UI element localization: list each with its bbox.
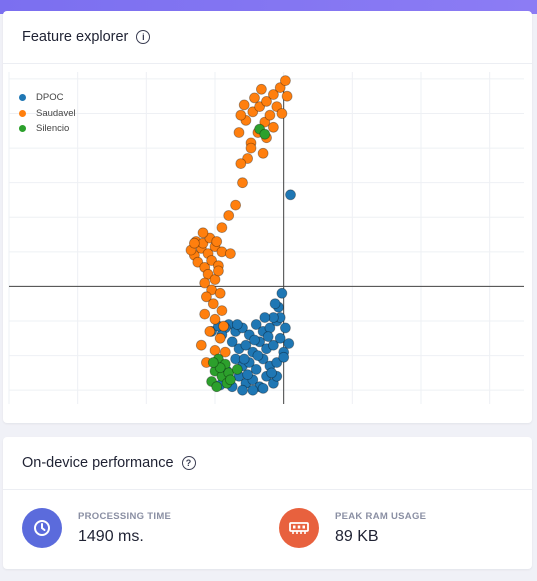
feature-explorer-card: Feature explorer i DPOC Saudavel Silenci… — [3, 11, 532, 423]
data-point-saudavel[interactable] — [188, 237, 200, 249]
chart-points — [185, 75, 296, 396]
data-point-saudavel[interactable] — [214, 332, 226, 344]
data-point-saudavel[interactable] — [235, 109, 247, 121]
data-point-saudavel[interactable] — [235, 158, 247, 169]
peak-ram-value: 89 KB — [335, 527, 379, 545]
data-point-silencio[interactable] — [207, 357, 219, 368]
data-point-dpoc[interactable] — [283, 338, 295, 349]
data-point-silencio[interactable] — [211, 381, 223, 393]
legend-swatch-silencio — [19, 125, 26, 133]
data-point-dpoc[interactable] — [285, 189, 296, 201]
data-point-saudavel[interactable] — [197, 227, 209, 239]
processing-time-value: 1490 ms. — [78, 527, 144, 545]
data-point-dpoc[interactable] — [269, 298, 281, 310]
legend-item-dpoc[interactable]: DPOC — [19, 90, 76, 106]
data-point-saudavel[interactable] — [209, 313, 221, 325]
feature-explorer-header: Feature explorer i — [3, 11, 532, 64]
performance-title: On-device performance — [22, 455, 174, 471]
data-point-dpoc[interactable] — [262, 331, 274, 343]
legend-swatch-dpoc — [19, 94, 26, 102]
legend-label-dpoc: DPOC — [36, 92, 64, 104]
data-point-saudavel[interactable] — [216, 305, 228, 317]
info-icon[interactable]: i — [136, 30, 151, 44]
metric-peak-ram: PEAK RAM USAGE 89 KB — [279, 508, 426, 548]
data-point-saudavel[interactable] — [249, 92, 260, 104]
data-point-saudavel[interactable] — [223, 210, 235, 221]
data-point-dpoc[interactable] — [247, 384, 259, 396]
performance-card: On-device performance ? PROCESSING TIME … — [3, 437, 532, 569]
scatter-chart[interactable]: DPOC Saudavel Silencio — [3, 64, 532, 414]
data-point-saudavel[interactable] — [211, 236, 223, 247]
legend-swatch-saudavel — [19, 109, 26, 117]
data-point-saudavel[interactable] — [216, 222, 228, 234]
data-point-saudavel[interactable] — [218, 320, 230, 332]
data-point-dpoc[interactable] — [237, 384, 248, 396]
data-point-saudavel[interactable] — [267, 121, 279, 133]
legend-item-silencio[interactable]: Silencio — [19, 121, 76, 137]
data-point-dpoc[interactable] — [266, 367, 278, 379]
data-point-dpoc[interactable] — [249, 334, 260, 346]
data-point-saudavel[interactable] — [255, 83, 267, 95]
legend-label-silencio: Silencio — [36, 123, 70, 135]
data-point-saudavel[interactable] — [238, 99, 250, 111]
feature-explorer-title: Feature explorer — [22, 29, 129, 45]
help-circle-icon[interactable]: ? — [181, 456, 196, 470]
memory-chip-icon — [279, 508, 319, 548]
data-point-saudavel[interactable] — [214, 287, 226, 299]
data-point-saudavel[interactable] — [199, 308, 211, 320]
data-point-dpoc[interactable] — [257, 382, 269, 394]
metric-processing-time: PROCESSING TIME 1490 ms. — [22, 508, 171, 548]
data-point-dpoc[interactable] — [242, 369, 254, 381]
data-point-saudavel[interactable] — [245, 142, 257, 154]
data-point-saudavel[interactable] — [195, 339, 207, 351]
data-point-saudavel[interactable] — [212, 265, 224, 277]
data-point-dpoc[interactable] — [278, 351, 290, 363]
peak-ram-label: PEAK RAM USAGE — [335, 510, 427, 522]
data-point-dpoc[interactable] — [231, 319, 243, 330]
data-point-silencio[interactable] — [231, 363, 243, 375]
data-point-saudavel[interactable] — [276, 108, 288, 119]
data-point-dpoc[interactable] — [252, 350, 264, 362]
data-point-dpoc[interactable] — [276, 287, 288, 299]
data-point-saudavel[interactable] — [233, 127, 245, 138]
clock-icon — [22, 508, 62, 548]
chart-legend: DPOC Saudavel Silencio — [19, 90, 76, 137]
data-point-silencio[interactable] — [224, 374, 236, 386]
data-point-dpoc[interactable] — [279, 322, 291, 334]
data-point-saudavel[interactable] — [230, 199, 242, 211]
performance-metrics: PROCESSING TIME 1490 ms. PEAK RAM USAGE … — [3, 508, 532, 556]
data-point-saudavel[interactable] — [207, 298, 219, 310]
data-point-saudavel[interactable] — [264, 109, 276, 121]
data-point-saudavel[interactable] — [237, 177, 248, 189]
processing-time-label: PROCESSING TIME — [78, 510, 172, 522]
data-point-saudavel[interactable] — [257, 147, 269, 159]
data-point-saudavel[interactable] — [281, 90, 293, 102]
data-point-dpoc[interactable] — [238, 353, 250, 365]
data-point-saudavel[interactable] — [224, 248, 236, 260]
data-point-dpoc[interactable] — [259, 312, 271, 323]
data-point-silencio[interactable] — [259, 128, 271, 140]
scatter-plot-svg[interactable] — [3, 64, 532, 414]
performance-header: On-device performance ? — [3, 437, 532, 490]
data-point-saudavel[interactable] — [204, 325, 216, 337]
data-point-saudavel[interactable] — [279, 75, 291, 87]
legend-label-saudavel: Saudavel — [36, 107, 76, 119]
legend-item-saudavel[interactable]: Saudavel — [19, 106, 76, 122]
